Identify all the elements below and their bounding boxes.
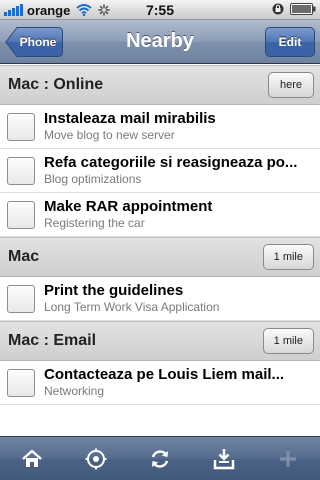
task-checkbox[interactable] (7, 368, 35, 397)
task-row[interactable]: Print the guidelines Long Term Work Visa… (0, 277, 320, 321)
sync-icon (151, 450, 169, 468)
task-row[interactable]: Instaleaza mail mirabilis Move blog to n… (0, 105, 320, 149)
tab-inbox[interactable] (192, 437, 256, 480)
task-checkbox[interactable] (7, 156, 35, 185)
task-subtitle: Networking (44, 384, 105, 398)
battery-icon (290, 3, 316, 15)
task-row[interactable]: Make RAR appointment Registering the car (0, 193, 320, 237)
section-header: Mac : Email 1 mile (0, 321, 320, 361)
inbox-download-icon (213, 449, 235, 470)
task-list: Mac : Online here Instaleaza mail mirabi… (0, 65, 320, 435)
task-subtitle: Move blog to new server (44, 128, 175, 142)
rotation-lock-icon (272, 3, 284, 15)
task-row[interactable]: Contacteaza pe Louis Liem mail... Networ… (0, 361, 320, 405)
tab-sync[interactable] (128, 437, 192, 480)
task-title: Make RAR appointment (44, 198, 213, 215)
task-row[interactable]: Refa categoriile si reasigneaza po... Bl… (0, 149, 320, 193)
home-icon (22, 449, 42, 467)
section-title: Mac (8, 248, 40, 265)
task-checkbox[interactable] (7, 200, 35, 229)
section-title: Mac : Online (8, 76, 104, 93)
section-header: Mac : Online here (0, 65, 320, 105)
task-title: Print the guidelines (44, 282, 184, 299)
task-checkbox[interactable] (7, 112, 35, 141)
compass-icon (85, 448, 107, 470)
distance-button[interactable]: 1 mile (262, 244, 314, 270)
navigation-bar: Phone Nearby Edit (0, 20, 320, 64)
task-title: Instaleaza mail mirabilis (44, 110, 216, 127)
task-subtitle: Long Term Work Visa Application (44, 300, 220, 314)
task-subtitle: Blog optimizations (44, 172, 142, 186)
section-header: Mac 1 mile (0, 237, 320, 277)
tab-nearby[interactable] (64, 437, 128, 480)
tab-home[interactable] (0, 437, 64, 480)
distance-button[interactable]: here (268, 72, 314, 98)
tab-add[interactable] (256, 437, 320, 480)
add-icon (280, 451, 296, 467)
status-bar: orange 7:55 (0, 0, 320, 20)
task-title: Refa categoriile si reasigneaza po... (44, 154, 298, 171)
tab-bar (0, 436, 320, 480)
edit-button[interactable]: Edit (265, 27, 315, 57)
task-subtitle: Registering the car (44, 216, 145, 230)
distance-button[interactable]: 1 mile (262, 328, 314, 354)
section-title: Mac : Email (8, 332, 97, 349)
task-checkbox[interactable] (7, 284, 35, 313)
task-title: Contacteaza pe Louis Liem mail... (44, 366, 285, 383)
